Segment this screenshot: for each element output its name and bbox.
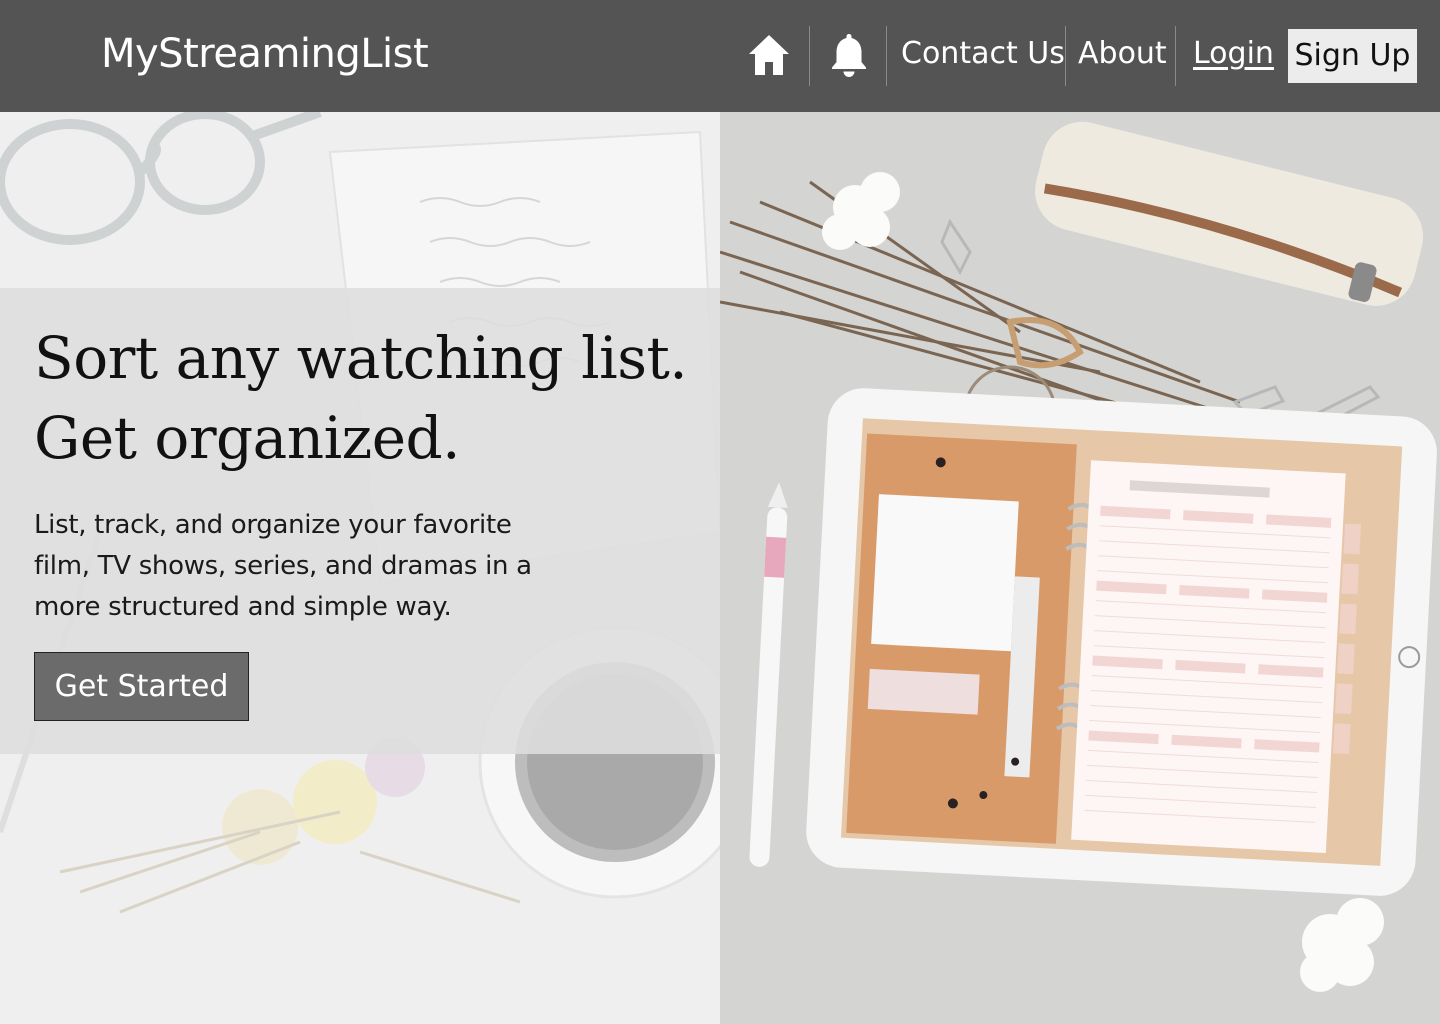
nav-link-login[interactable]: Login (1193, 30, 1274, 78)
top-navbar: MyStreamingList Contact Us About Login S… (0, 0, 1440, 112)
signup-button[interactable]: Sign Up (1288, 29, 1417, 83)
bell-icon[interactable] (825, 30, 873, 80)
nav-link-contact[interactable]: Contact Us (901, 30, 1065, 78)
nav-divider (1175, 26, 1176, 86)
get-started-button[interactable]: Get Started (34, 652, 249, 721)
hero-title-line-1: Sort any watching list. (34, 324, 688, 392)
nav-divider (809, 26, 810, 86)
hero-title: Sort any watching list. Get organized. (34, 318, 688, 478)
tablet-flatlay-illustration (720, 121, 1437, 992)
brand-logo[interactable]: MyStreamingList (101, 26, 429, 82)
nav-link-about[interactable]: About (1078, 30, 1167, 78)
home-icon[interactable] (745, 30, 793, 80)
nav-divider (886, 26, 887, 86)
hero-description: List, track, and organize your favorite … (34, 510, 532, 622)
planner-tablet-image (720, 112, 1440, 1024)
nav-divider (1065, 26, 1066, 86)
hero-title-line-2: Get organized. (34, 404, 461, 472)
